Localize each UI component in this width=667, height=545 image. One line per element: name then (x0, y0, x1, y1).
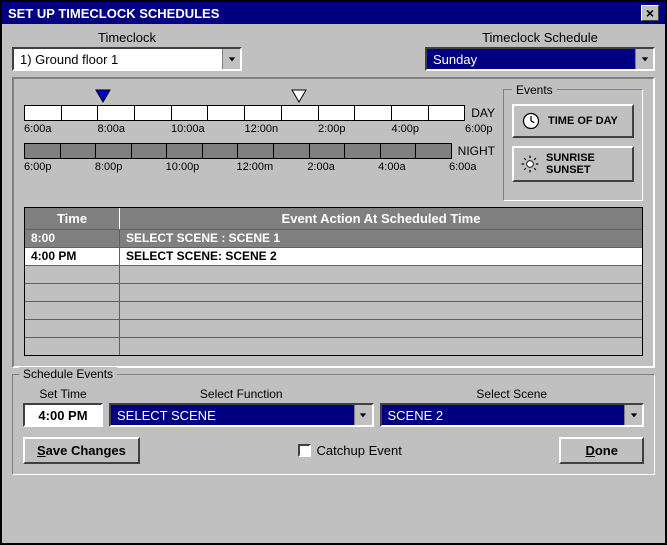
table-row[interactable]: 8:00SELECT SCENE : SCENE 1 (25, 229, 642, 247)
sunrise-sunset-label: SUNRISE SUNSET (546, 152, 626, 176)
timeclock-label: Timeclock (98, 30, 156, 45)
time-of-day-label: TIME OF DAY (548, 115, 618, 127)
cell-action: SELECT SCENE: SCENE 2 (120, 248, 642, 265)
cell-time: 4:00 PM (25, 248, 120, 265)
events-fieldset: Events TIME OF DAY (503, 89, 643, 201)
set-time-group: Set Time 4:00 PM (23, 387, 103, 427)
day-strip[interactable] (24, 105, 465, 121)
chevron-down-icon (624, 405, 642, 425)
chevron-down-icon (635, 49, 653, 69)
table-row[interactable]: 4:00 PMSELECT SCENE: SCENE 2 (25, 247, 642, 265)
sun-icon (520, 153, 540, 175)
table-body: 8:00SELECT SCENE : SCENE 14:00 PMSELECT … (25, 229, 642, 355)
select-scene-value: SCENE 2 (382, 408, 625, 423)
day-strip-row: DAY (24, 105, 495, 121)
cell-time: 8:00 (25, 230, 120, 247)
schedule-events-fieldset: Schedule Events Set Time 4:00 PM Select … (12, 374, 655, 475)
select-function-dropdown[interactable]: SELECT SCENE (109, 403, 374, 427)
timeline-area: DAY 6:00a8:00a10:00a12:00n2:00p4:00p6:00… (24, 89, 643, 201)
timeline-marker[interactable] (95, 89, 111, 103)
timeline-marker[interactable] (291, 89, 307, 103)
title-bar: SET UP TIMECLOCK SCHEDULES × (2, 2, 665, 24)
timeclock-select-group: Timeclock 1) Ground floor 1 (12, 30, 242, 71)
window-title: SET UP TIMECLOCK SCHEDULES (8, 6, 219, 21)
dialog-body: Timeclock 1) Ground floor 1 Timeclock Sc… (2, 24, 665, 543)
timeclock-select[interactable]: 1) Ground floor 1 (12, 47, 242, 71)
day-ticks: 6:00a8:00a10:00a12:00n2:00p4:00p6:00p (24, 123, 495, 135)
table-row-empty[interactable] (25, 337, 642, 355)
schedule-label: Timeclock Schedule (482, 30, 598, 45)
cell-action: SELECT SCENE : SCENE 1 (120, 230, 642, 247)
night-ticks: 6:00p8:00p10:00p12:00m2:00a4:00a6:00a (24, 161, 495, 173)
select-scene-label: Select Scene (476, 387, 547, 401)
table-row-empty[interactable] (25, 301, 642, 319)
close-button[interactable]: × (641, 5, 659, 21)
events-table: Time Event Action At Scheduled Time 8:00… (24, 207, 643, 356)
select-function-value: SELECT SCENE (111, 408, 354, 423)
select-function-group: Select Function SELECT SCENE (109, 387, 374, 427)
chevron-down-icon (222, 49, 240, 69)
night-strip-row: NIGHT (24, 143, 495, 159)
schedule-value: Sunday (427, 52, 635, 67)
table-row-empty[interactable] (25, 283, 642, 301)
save-changes-button[interactable]: Save Changes (23, 437, 140, 464)
top-selectors-row: Timeclock 1) Ground floor 1 Timeclock Sc… (12, 30, 655, 71)
set-time-label: Set Time (39, 387, 86, 401)
night-strip[interactable] (24, 143, 452, 159)
done-button[interactable]: Done (559, 437, 644, 464)
catchup-label: Catchup Event (317, 443, 402, 458)
clock-icon (520, 110, 542, 132)
chevron-down-icon (354, 405, 372, 425)
timeline-column: DAY 6:00a8:00a10:00a12:00n2:00p4:00p6:00… (24, 89, 495, 181)
timeclock-value: 1) Ground floor 1 (14, 52, 222, 67)
select-scene-dropdown[interactable]: SCENE 2 (380, 403, 645, 427)
night-timeline: NIGHT 6:00p8:00p10:00p12:00m2:00a4:00a6:… (24, 143, 495, 173)
table-row-empty[interactable] (25, 265, 642, 283)
time-of-day-button[interactable]: TIME OF DAY (512, 104, 634, 138)
catchup-checkbox-row[interactable]: Catchup Event (298, 443, 402, 458)
timeline-panel: DAY 6:00a8:00a10:00a12:00n2:00p4:00p6:00… (12, 77, 655, 368)
schedule-select-group: Timeclock Schedule Sunday (425, 30, 655, 71)
night-label: NIGHT (458, 144, 495, 158)
day-label: DAY (471, 106, 495, 120)
table-header: Time Event Action At Scheduled Time (25, 208, 642, 229)
schedule-fields-row: Set Time 4:00 PM Select Function SELECT … (23, 387, 644, 427)
bottom-row: Save Changes Catchup Event Done (23, 437, 644, 464)
set-time-input[interactable]: 4:00 PM (23, 403, 103, 427)
schedule-events-legend: Schedule Events (19, 367, 117, 381)
day-timeline: DAY 6:00a8:00a10:00a12:00n2:00p4:00p6:00… (24, 89, 495, 135)
col-action: Event Action At Scheduled Time (120, 208, 642, 229)
schedule-select[interactable]: Sunday (425, 47, 655, 71)
dialog-window: SET UP TIMECLOCK SCHEDULES × Timeclock 1… (0, 0, 667, 545)
events-legend: Events (512, 83, 557, 97)
catchup-checkbox[interactable] (298, 444, 311, 457)
select-scene-group: Select Scene SCENE 2 (380, 387, 645, 427)
select-function-label: Select Function (200, 387, 283, 401)
col-time: Time (25, 208, 120, 229)
timeline-markers (24, 89, 495, 105)
table-row-empty[interactable] (25, 319, 642, 337)
sunrise-sunset-button[interactable]: SUNRISE SUNSET (512, 146, 634, 182)
